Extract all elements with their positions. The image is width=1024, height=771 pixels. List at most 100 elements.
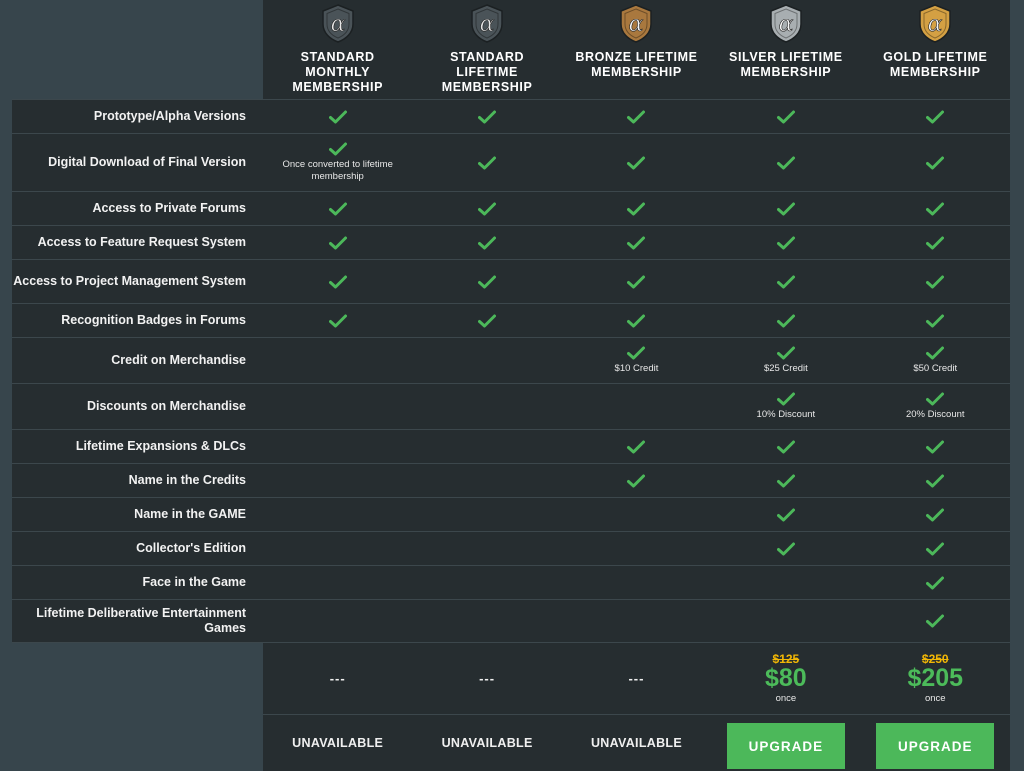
feature-cell <box>562 498 711 531</box>
feature-cell <box>711 260 860 303</box>
feature-note: $10 Credit <box>614 363 659 374</box>
checkmark-icon <box>328 110 347 123</box>
feature-cell <box>562 304 711 337</box>
original-price: $250 <box>921 651 949 666</box>
feature-row: Lifetime Deliberative Entertainment Game… <box>12 599 1010 643</box>
feature-cell <box>861 464 1010 497</box>
feature-cells <box>263 600 1010 642</box>
feature-row: Access to Project Management System <box>12 259 1010 303</box>
feature-cells <box>263 566 1010 599</box>
svg-text:α: α <box>480 12 495 37</box>
action-cell: UNAVAILABLE <box>562 715 711 771</box>
feature-cell <box>263 566 412 599</box>
sale-price: $80 <box>765 663 807 692</box>
svg-text:α: α <box>928 12 943 37</box>
checkmark-icon <box>776 110 795 123</box>
feature-cell <box>562 134 711 191</box>
checkmark-icon <box>926 202 945 215</box>
checkmark-icon <box>627 202 646 215</box>
checkmark-icon <box>328 202 347 215</box>
feature-cells <box>263 304 1010 337</box>
feature-cells <box>263 260 1010 303</box>
feature-cell <box>711 532 860 565</box>
feature-cells <box>263 430 1010 463</box>
feature-cell <box>412 260 561 303</box>
checkmark-icon <box>926 440 945 453</box>
checkmark-icon <box>328 314 347 327</box>
feature-cell: $10 Credit <box>562 338 711 383</box>
feature-cell <box>711 464 860 497</box>
sale-price: $205 <box>907 663 964 692</box>
checkmark-icon <box>926 156 945 169</box>
feature-cell: 20% Discount <box>861 384 1010 429</box>
price-unavailable-dash: --- <box>329 671 346 686</box>
feature-cell <box>412 100 561 133</box>
upgrade-button[interactable]: UPGRADE <box>726 723 845 769</box>
feature-cells: 10% Discount 20% Discount <box>263 384 1010 429</box>
feature-label: Lifetime Deliberative Entertainment Game… <box>36 606 246 635</box>
checkmark-icon <box>926 110 945 123</box>
feature-cells <box>263 100 1010 133</box>
checkmark-icon <box>776 156 795 169</box>
feature-row: Lifetime Expansions & DLCs <box>12 429 1010 463</box>
feature-row: Digital Download of Final Version Once co… <box>12 133 1010 191</box>
checkmark-icon <box>478 236 497 249</box>
feature-cell <box>562 430 711 463</box>
checkmark-icon <box>627 110 646 123</box>
checkmark-icon <box>478 156 497 169</box>
checkmark-icon <box>776 275 795 288</box>
checkmark-icon <box>627 474 646 487</box>
feature-label: Name in the Credits <box>128 473 246 487</box>
feature-cell <box>861 566 1010 599</box>
feature-cell <box>562 384 711 429</box>
feature-cell: $50 Credit <box>861 338 1010 383</box>
price-cell: --- <box>412 643 561 714</box>
checkmark-icon <box>776 314 795 327</box>
feature-row: Discounts on Merchandise 10% Discount 20% … <box>12 383 1010 429</box>
plan-header-2: α STANDARD LIFETIME MEMBERSHIP <box>412 0 561 100</box>
feature-row: Credit on Merchandise $10 Credit $25 Credi… <box>12 337 1010 383</box>
feature-cell <box>711 600 860 642</box>
feature-cells <box>263 498 1010 531</box>
action-cell: UPGRADE <box>711 715 860 771</box>
feature-label: Access to Private Forums <box>92 201 246 215</box>
feature-cell <box>263 338 412 383</box>
feature-note: $50 Credit <box>913 363 958 374</box>
feature-cell <box>861 192 1010 225</box>
checkmark-icon <box>627 314 646 327</box>
checkmark-icon <box>776 236 795 249</box>
checkmark-icon <box>328 142 347 156</box>
action-cell: UNAVAILABLE <box>412 715 561 771</box>
checkmark-icon <box>478 314 497 327</box>
svg-text:α: α <box>330 12 345 37</box>
feature-cells <box>263 226 1010 259</box>
feature-label: Digital Download of Final Version <box>48 155 246 169</box>
feature-note: Once converted to lifetime membership <box>282 159 393 182</box>
plan-title: SILVER LIFETIME MEMBERSHIP <box>729 50 843 79</box>
feature-cell <box>562 192 711 225</box>
feature-cell <box>711 566 860 599</box>
feature-label: Recognition Badges in Forums <box>61 313 246 327</box>
feature-cell <box>263 464 412 497</box>
feature-cells: $10 Credit $25 Credit $50 Credit <box>263 338 1010 383</box>
feature-cell <box>263 100 412 133</box>
pricing-row: --- --- --- $125 $80 once $250 $205 once <box>263 643 1010 714</box>
feature-label: Name in the GAME <box>134 507 246 521</box>
price-unavailable-dash: --- <box>628 671 645 686</box>
checkmark-icon <box>926 508 945 521</box>
feature-cell: 10% Discount <box>711 384 860 429</box>
price-period: once <box>775 692 797 704</box>
svg-text:α: α <box>778 12 793 37</box>
checkmark-icon <box>627 236 646 249</box>
plan-header-3: α BRONZE LIFETIME MEMBERSHIP <box>562 0 711 100</box>
checkmark-icon <box>328 236 347 249</box>
feature-cell <box>562 532 711 565</box>
plan-title: STANDARD LIFETIME MEMBERSHIP <box>441 50 533 94</box>
action-cell: UPGRADE <box>861 715 1010 771</box>
feature-cell <box>562 100 711 133</box>
feature-note: 20% Discount <box>905 409 965 420</box>
feature-cell <box>263 498 412 531</box>
unavailable-label: UNAVAILABLE <box>590 736 682 750</box>
alpha-bronze-badge-icon: α <box>620 4 653 43</box>
upgrade-button[interactable]: UPGRADE <box>876 723 995 769</box>
